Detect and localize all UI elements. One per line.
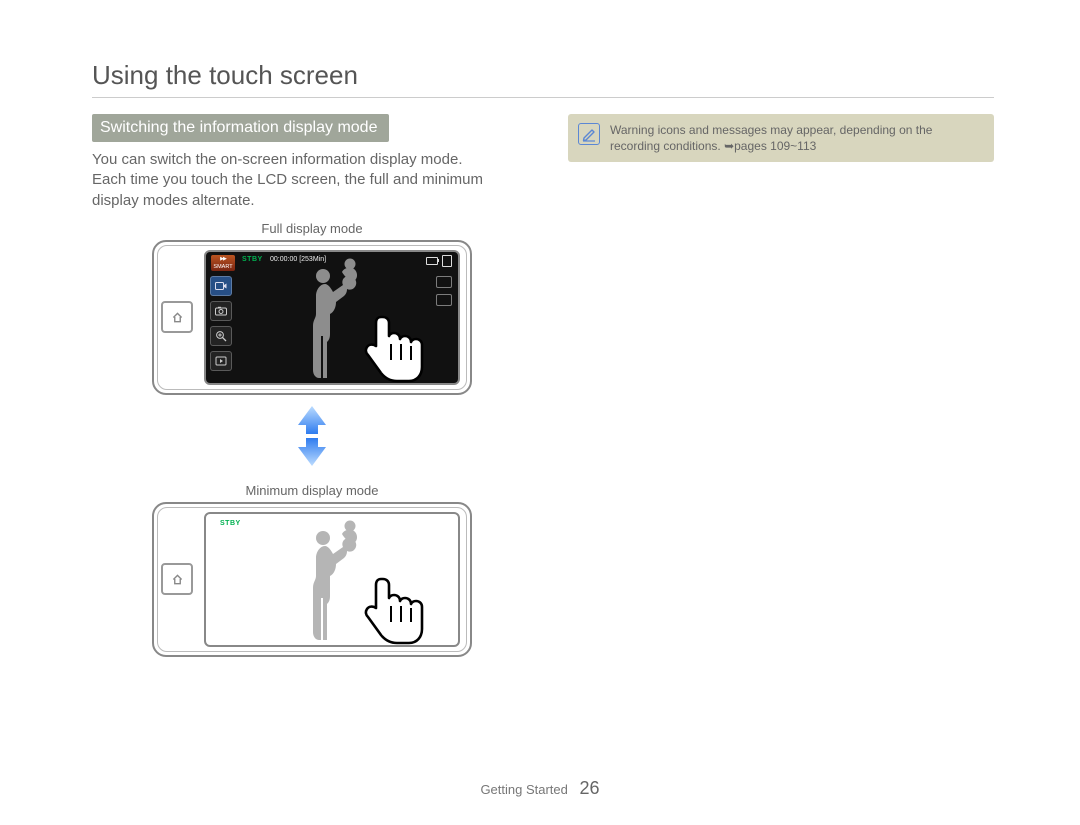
device-min-mode: STBY [152, 502, 472, 657]
page-footer: Getting Started 26 [0, 778, 1080, 799]
left-quick-icons [210, 276, 232, 371]
double-arrow-icon [294, 401, 330, 471]
home-icon [172, 312, 183, 323]
footer-section: Getting Started [480, 782, 567, 797]
lcd-screen-full[interactable]: SMART STBY 00:00:00 [253Min] [204, 250, 460, 385]
right-column: Warning icons and messages may appear, d… [568, 114, 994, 657]
home-button[interactable] [161, 301, 193, 333]
home-button-area [161, 549, 191, 609]
caption-min-mode: Minimum display mode [246, 483, 379, 498]
status-stby: STBY [242, 256, 263, 263]
home-button[interactable] [161, 563, 193, 595]
smart-auto-badge: SMART [211, 255, 235, 271]
home-button-area [161, 287, 191, 347]
page-title: Using the touch screen [92, 60, 994, 98]
note-icon [578, 123, 600, 145]
photo-mode-icon[interactable] [210, 301, 232, 321]
illustration-group: Full display mode SMART STBY 00:00:00 [2… [92, 211, 532, 657]
home-icon [172, 574, 183, 585]
lcd-screen-min[interactable]: STBY [204, 512, 460, 647]
section-subheading: Switching the information display mode [92, 114, 389, 142]
body-text: You can switch the on-screen information… [92, 150, 532, 211]
manual-page: Using the touch screen Switching the inf… [0, 0, 1080, 825]
touch-hand-icon [337, 559, 432, 647]
caption-full-mode: Full display mode [261, 221, 362, 236]
content-columns: Switching the information display mode Y… [92, 114, 994, 657]
touch-hand-icon [337, 297, 432, 385]
battery-icon [426, 257, 438, 265]
note-text: Warning icons and messages may appear, d… [610, 122, 984, 154]
footer-page-number: 26 [580, 778, 600, 798]
playback-icon[interactable] [210, 351, 232, 371]
left-column: Switching the information display mode Y… [92, 114, 532, 657]
aux-icon-2 [436, 294, 452, 306]
aux-icon-1 [436, 276, 452, 288]
note-callout: Warning icons and messages may appear, d… [568, 114, 994, 162]
sd-card-icon [442, 255, 452, 267]
zoom-icon[interactable] [210, 326, 232, 346]
status-stby: STBY [220, 520, 241, 527]
device-full-mode: SMART STBY 00:00:00 [253Min] [152, 240, 472, 395]
movie-mode-icon[interactable] [210, 276, 232, 296]
